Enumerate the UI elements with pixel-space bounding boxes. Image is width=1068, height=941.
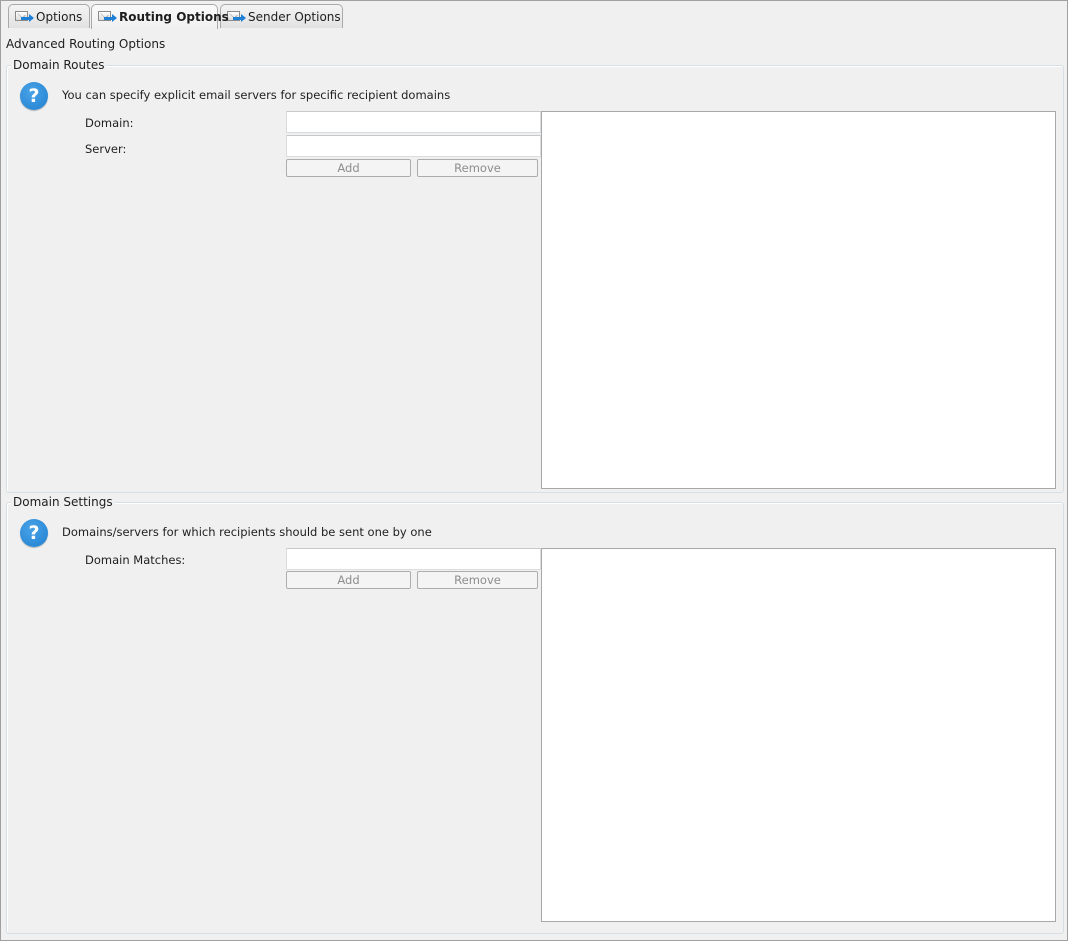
page-heading: Advanced Routing Options xyxy=(6,37,166,51)
mail-arrow-icon xyxy=(98,10,117,24)
domain-routes-title: Domain Routes xyxy=(11,58,107,72)
domain-settings-help-text: Domains/servers for which recipients sho… xyxy=(62,525,432,539)
remove-domain-match-button[interactable]: Remove xyxy=(417,571,538,589)
question-icon: ? xyxy=(20,519,48,547)
domain-matches-label: Domain Matches: xyxy=(85,553,186,567)
tab-routing-options[interactable]: Routing Options xyxy=(91,4,229,29)
add-route-button[interactable]: Add xyxy=(286,159,411,177)
question-icon: ? xyxy=(20,82,48,110)
tab-routing-options-label: Routing Options xyxy=(119,10,229,24)
domain-settings-list[interactable] xyxy=(541,548,1056,922)
domain-routes-list[interactable] xyxy=(541,111,1056,489)
domain-settings-group: Domain Settings ? Domains/servers for wh… xyxy=(6,495,1064,934)
tab-sender-options-label: Sender Options xyxy=(248,9,341,24)
domain-routes-group: Domain Routes ? You can specify explicit… xyxy=(6,58,1064,493)
domain-label: Domain: xyxy=(85,116,134,130)
tab-sender-options[interactable]: Sender Options xyxy=(220,4,343,28)
server-label: Server: xyxy=(85,142,127,156)
domain-settings-title: Domain Settings xyxy=(11,495,115,509)
server-input[interactable] xyxy=(286,135,541,157)
tab-options-label: Options xyxy=(36,9,83,24)
remove-route-button[interactable]: Remove xyxy=(417,159,538,177)
domain-routes-help-text: You can specify explicit email servers f… xyxy=(62,88,451,102)
domain-input[interactable] xyxy=(286,111,541,133)
add-domain-match-button[interactable]: Add xyxy=(286,571,411,589)
mail-arrow-icon xyxy=(227,10,246,24)
mail-arrow-icon xyxy=(15,10,34,24)
tab-options[interactable]: Options xyxy=(8,4,90,28)
domain-matches-input[interactable] xyxy=(286,548,541,570)
routing-options-panel: Options Routing Options Sender Options A… xyxy=(0,0,1068,941)
